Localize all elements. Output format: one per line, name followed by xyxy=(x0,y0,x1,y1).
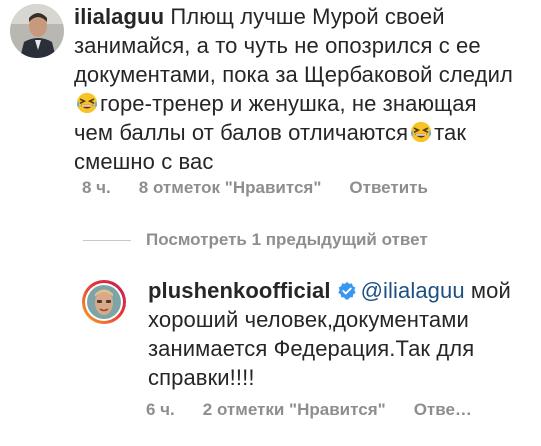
comment-username[interactable]: plushenkoofficial xyxy=(148,278,331,303)
reply-button[interactable]: Ответить xyxy=(349,178,428,198)
avatar-ilialaguu[interactable] xyxy=(10,4,64,58)
mention-link[interactable]: @ilialaguu xyxy=(361,278,465,303)
comment-username[interactable]: ilialaguu xyxy=(74,4,164,29)
comment-plushenkoofficial: plushenkoofficial @ilialaguu мой хороший… xyxy=(82,278,537,392)
comment-body: plushenkoofficial @ilialaguu мой хороший… xyxy=(148,276,537,392)
avatar-story-ring[interactable] xyxy=(82,280,126,324)
comment-ilialaguu: ilialaguu Плющ лучше Мурой своей занимай… xyxy=(10,4,535,176)
reply-button[interactable]: Отве… xyxy=(414,400,472,420)
like-count-button[interactable]: 8 отметок "Нравится" xyxy=(139,178,322,198)
avatar-plushenkoofficial xyxy=(87,285,121,319)
comment-time: 6 ч. xyxy=(146,400,175,419)
comment-meta-ilialaguu: 8 ч. 8 отметок "Нравится" Ответить xyxy=(82,178,428,198)
view-previous-replies-button[interactable]: Посмотреть 1 предыдущий ответ xyxy=(83,230,428,250)
comment-time: 8 ч. xyxy=(82,178,111,197)
comment-meta-plushenkoofficial: 6 ч. 2 отметки "Нравится" Отве… xyxy=(146,400,472,420)
comment-body: ilialaguu Плющ лучше Мурой своей занимай… xyxy=(74,2,514,176)
grinning-squinting-face-icon xyxy=(76,92,98,114)
grinning-squinting-face-icon xyxy=(411,121,432,143)
verified-badge-icon xyxy=(337,281,356,300)
divider-line xyxy=(83,239,131,241)
avatar-image xyxy=(10,4,64,58)
view-replies-label: Посмотреть 1 предыдущий ответ xyxy=(146,230,428,249)
avatar-image xyxy=(87,285,121,319)
like-count-button[interactable]: 2 отметки "Нравится" xyxy=(203,400,386,420)
